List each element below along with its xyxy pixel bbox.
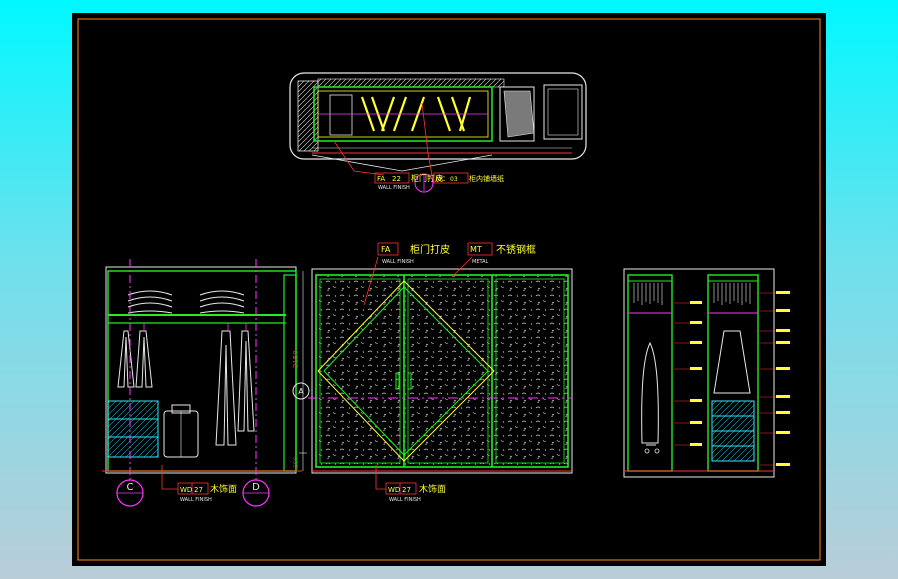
front-callout-wd: WD 27 木饰面 WALL FINISH [385, 482, 446, 503]
plan-callout-fa: FA 22 柜门打皮 WALL FINISH [374, 172, 443, 191]
side-callout-wd-sub: WALL FINISH [180, 497, 212, 503]
front-callout-wd-num: 27 [402, 486, 411, 494]
side-callout-wd-code: WD [180, 486, 192, 494]
front-callout-mt-code: MT [470, 245, 482, 254]
front-callout-wd-code: WD [388, 486, 400, 494]
front-elevation [308, 256, 573, 490]
front-callout-wd-sub: WALL FINISH [389, 497, 421, 503]
side-section: C D [102, 259, 302, 507]
dim-upper-label: 2150 [292, 350, 300, 368]
dim-lower-label: 150 [293, 456, 300, 468]
section-marker-label: A [298, 387, 304, 396]
marker-c-label: C [127, 482, 134, 493]
plan-callout-fa-sub: WALL FINISH [378, 185, 410, 191]
front-callout-fa-code: FA [381, 245, 391, 254]
cad-drawing: FA 22 柜门打皮 WALL FINISH MC 03 柜内铺墙纸 C D W… [77, 18, 821, 561]
detail-section [623, 268, 790, 478]
front-callout-mt-sub: METAL [472, 259, 489, 265]
plan-callout-fa-code: FA [377, 175, 385, 183]
marker-d-label: D [252, 482, 260, 493]
plan-callout-mc-num: 03 [450, 176, 458, 183]
front-callout-fa-sub: WALL FINISH [382, 259, 414, 265]
side-callout-wd-num: 27 [194, 486, 203, 494]
front-callout-fa-text: 柜门打皮 [410, 243, 450, 256]
side-callout-wd-text: 木饰面 [210, 483, 237, 495]
front-callout-fa: FA 柜门打皮 WALL FINISH [377, 242, 450, 265]
cad-drawing-canvas: FA 22 柜门打皮 WALL FINISH MC 03 柜内铺墙纸 C D W… [72, 13, 826, 566]
front-callout-mt: MT 不锈钢框 METAL [467, 242, 536, 265]
plan-callout-mc-code: MC [436, 176, 445, 183]
front-callout-mt-text: 不锈钢框 [496, 243, 536, 256]
section-marker-a: 2150 150 A [292, 271, 310, 471]
plan-callout-mc: MC 03 柜内铺墙纸 [433, 172, 504, 184]
plan-callout-fa-num: 22 [392, 175, 401, 183]
front-callout-wd-text: 木饰面 [419, 483, 446, 495]
side-callout-wd: WD 27 木饰面 WALL FINISH [177, 482, 237, 503]
plan-callout-mc-text: 柜内铺墙纸 [469, 174, 504, 183]
